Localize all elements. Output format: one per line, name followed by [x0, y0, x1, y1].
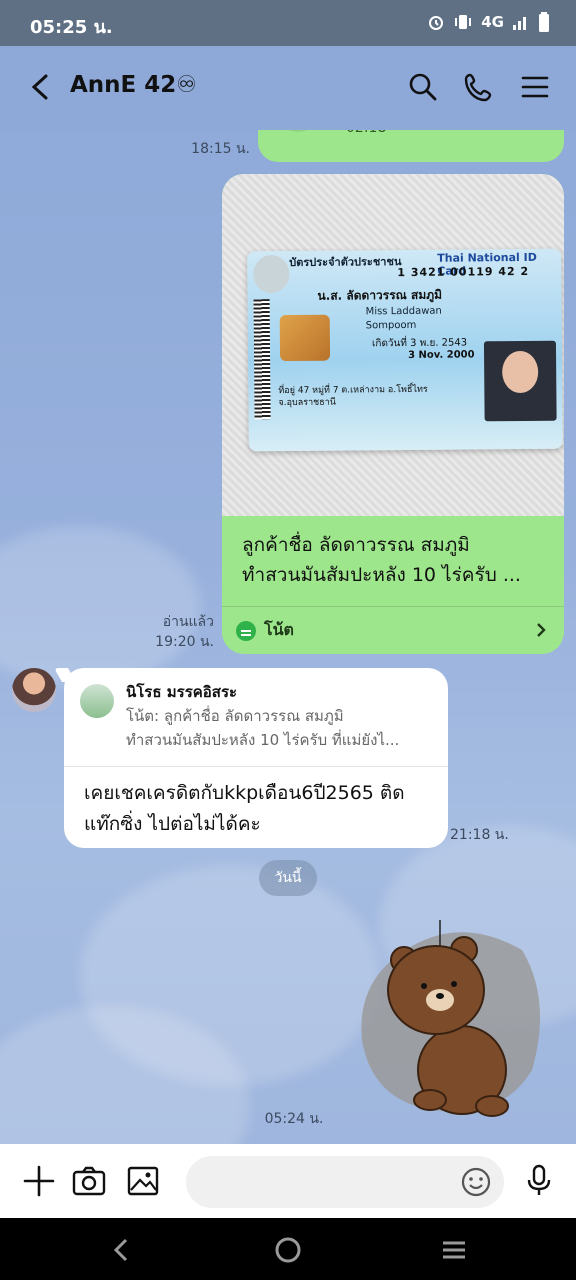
message-input[interactable]	[186, 1156, 504, 1208]
day-separator: วันนี้	[259, 860, 317, 896]
image-icon[interactable]	[124, 1162, 162, 1200]
note-caption: ลูกค้าชื่อ ลัดดาวรรณ สมภูมิ ทำสวนมันสัมป…	[242, 530, 552, 590]
phone-icon[interactable]	[462, 70, 496, 104]
photo-note-card[interactable]: บัตรประจำตัวประชาชน Thai National ID Car…	[222, 174, 564, 654]
reply-quote: โน้ต: ลูกค้าชื่อ ลัดดาวรรณ สมภูมิ ทำสวนม…	[126, 704, 436, 752]
status-bar: 05:25 น. 4G	[0, 0, 576, 46]
message-meta: อ่านแล้ว 19:20 น.	[120, 612, 214, 652]
id-dob-en: 3 Nov. 2000	[407, 349, 475, 361]
chat-title: AnnE 42♾	[70, 72, 197, 98]
id-portrait	[483, 340, 557, 422]
signal-icon	[513, 17, 526, 30]
reply-quote-line: โน้ต: ลูกค้าชื่อ ลัดดาวรรณ สมภูมิ	[126, 707, 344, 725]
message-time: 19:20 น.	[155, 634, 214, 650]
battery-icon	[539, 12, 549, 32]
camera-icon[interactable]	[70, 1162, 108, 1200]
system-navigation-bar	[0, 1218, 576, 1280]
search-icon[interactable]	[406, 70, 440, 104]
note-icon	[236, 620, 256, 641]
avatar[interactable]	[12, 668, 56, 712]
brown-bear-sticker[interactable]	[352, 920, 548, 1120]
id-address: ที่อยู่ 47 หมู่ที่ 7 ต.เหล่างาม อ.โพธิ์ไ…	[278, 384, 428, 409]
reply-sender-name: นิโรธ มรรคอิสระ	[126, 683, 238, 701]
message-time: 21:18 น.	[450, 827, 509, 843]
divider	[64, 766, 448, 767]
chat-header: AnnE 42♾	[0, 46, 576, 130]
emblem-icon	[253, 255, 290, 294]
back-arrow-icon[interactable]	[24, 70, 58, 104]
id-lastname-en: Sompoom	[365, 319, 417, 332]
message-text: เคยเชคเครดิตกับkkpเดือน6ปี2565 ติด แท๊กซ…	[84, 778, 434, 840]
note-link[interactable]: โน้ต	[236, 618, 294, 643]
message-time: 18:15 น.	[191, 141, 250, 157]
message-line: เคยเชคเครดิตกับkkpเดือน6ปี2565 ติด	[84, 782, 405, 804]
status-icons: 4G	[427, 12, 550, 32]
reply-quote-line: ทำสวนมันสัมปะหลัง 10 ไร่ครับ ที่แม่ยังไ.…	[126, 731, 400, 749]
read-receipt: อ่านแล้ว	[162, 614, 214, 630]
cloud-decoration	[0, 526, 200, 686]
divider	[222, 606, 564, 607]
id-name-th: น.ส. ลัดดาวรรณ สมภูมิ	[317, 287, 443, 303]
id-card-image: บัตรประจำตัวประชาชน Thai National ID Car…	[247, 248, 563, 452]
menu-icon[interactable]	[518, 70, 552, 104]
network-type: 4G	[481, 13, 504, 31]
alarm-icon	[429, 16, 444, 30]
reply-avatar	[80, 684, 114, 718]
emoji-icon[interactable]	[460, 1166, 492, 1198]
chevron-right-icon	[537, 623, 546, 637]
message-line: แท๊กซิ่ง ไปต่อไม่ได้คะ	[84, 813, 261, 835]
vibrate-icon	[455, 15, 472, 29]
microphone-icon[interactable]	[520, 1162, 558, 1200]
chip-graphic	[279, 314, 331, 362]
note-label: โน้ต	[264, 620, 294, 639]
nav-back-icon[interactable]	[108, 1236, 136, 1264]
nav-home-icon[interactable]	[274, 1236, 302, 1264]
nav-recents-icon[interactable]	[440, 1236, 468, 1264]
caption-line: ลูกค้าชื่อ ลัดดาวรรณ สมภูมิ	[242, 534, 470, 556]
id-name-en: Miss Laddawan	[365, 305, 442, 318]
barcode-graphic	[253, 299, 271, 420]
id-title-th: บัตรประจำตัวประชาชน	[289, 255, 402, 270]
id-number: 1 3421 00119 42 2	[397, 264, 530, 280]
message-time: 05:24 น.	[264, 1111, 324, 1127]
message-input-bar	[0, 1144, 576, 1218]
plus-icon[interactable]	[20, 1162, 58, 1200]
id-card-photo[interactable]: บัตรประจำตัวประชาชน Thai National ID Car…	[222, 174, 564, 516]
caption-line: ทำสวนมันสัมปะหลัง 10 ไร่ครับ ...	[242, 564, 521, 586]
status-time: 05:25 น.	[30, 17, 113, 38]
incoming-reply-bubble[interactable]: นิโรธ มรรคอิสระ โน้ต: ลูกค้าชื่อ ลัดดาวร…	[64, 668, 448, 848]
